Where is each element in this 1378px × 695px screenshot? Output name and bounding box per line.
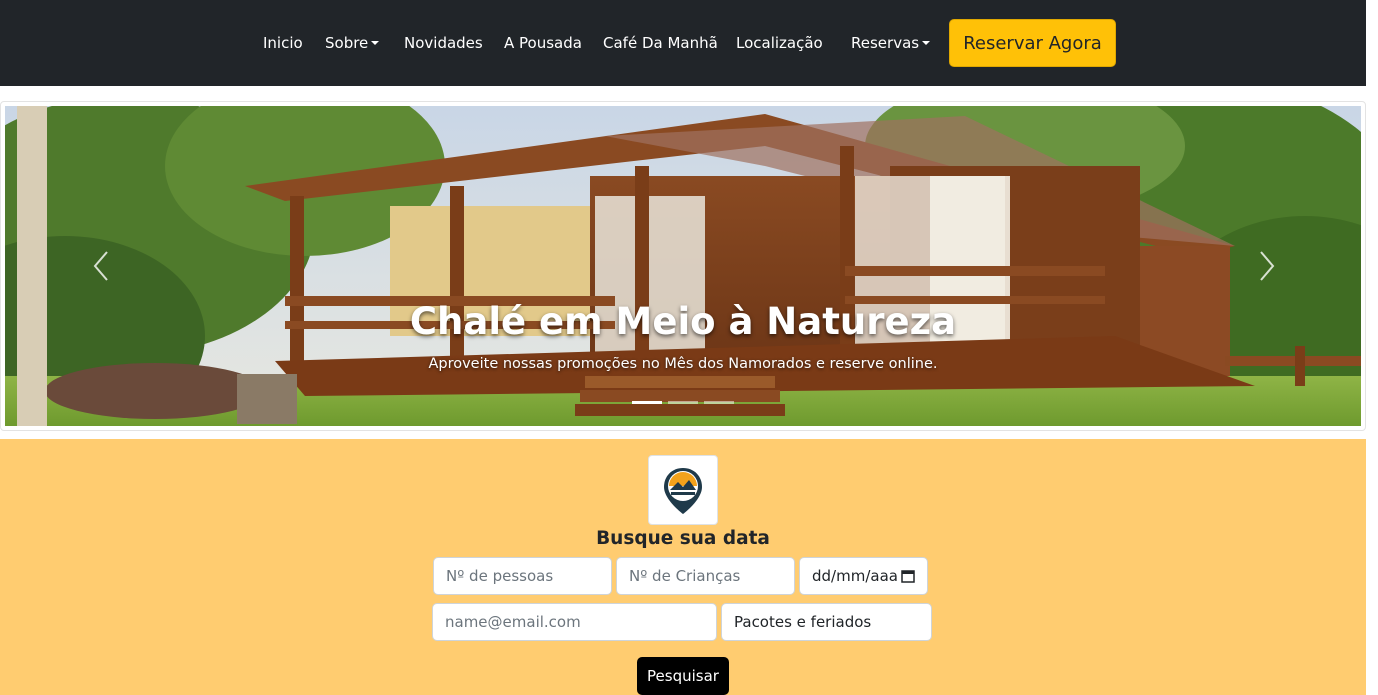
- date-input[interactable]: dd/mm/aaaa: [799, 557, 928, 595]
- reservar-agora-button[interactable]: Reservar Agora: [949, 19, 1116, 67]
- top-navbar: Inicio Sobre Novidades A Pousada Café Da…: [0, 0, 1366, 86]
- nav-item-inicio[interactable]: Inicio: [263, 34, 303, 52]
- carousel-indicator[interactable]: [632, 401, 662, 404]
- nav-label: Novidades: [404, 34, 483, 52]
- package-select-value: Pacotes e feriados: [734, 613, 872, 631]
- nav-item-novidades[interactable]: Novidades: [404, 34, 483, 52]
- nav-label: Café Da Manhã: [603, 34, 718, 52]
- carousel-prev-button[interactable]: [88, 248, 118, 284]
- caret-down-icon: [371, 41, 380, 45]
- search-button[interactable]: Pesquisar: [637, 657, 729, 695]
- brand-logo: [648, 455, 718, 525]
- nav-label: Inicio: [263, 34, 303, 52]
- carousel-caption-title: Chalé em Meio à Natureza: [409, 300, 957, 343]
- nav-label: Reservas: [851, 34, 920, 52]
- nav-item-pousada[interactable]: A Pousada: [504, 34, 582, 52]
- date-placeholder: dd/mm/aaaa: [812, 567, 898, 585]
- calendar-icon[interactable]: [901, 569, 915, 583]
- carousel-next-button[interactable]: [1250, 248, 1280, 284]
- carousel-indicator[interactable]: [704, 401, 734, 404]
- nav-label: Sobre: [325, 34, 369, 52]
- search-title: Busque sua data: [596, 528, 770, 549]
- search-button-label: Pesquisar: [647, 667, 719, 685]
- children-count-input[interactable]: [616, 557, 795, 595]
- chevron-right-icon: [1260, 251, 1275, 281]
- hero-carousel: [5, 106, 1361, 426]
- chevron-left-icon: [93, 251, 108, 281]
- location-pin-logo-icon: [664, 468, 702, 514]
- nav-label: A Pousada: [504, 34, 582, 52]
- email-input[interactable]: [432, 603, 717, 641]
- carousel-caption-text: Aproveite nossas promoções no Mês dos Na…: [428, 356, 938, 372]
- nav-item-sobre[interactable]: Sobre: [325, 34, 380, 52]
- caret-down-icon: [922, 41, 931, 45]
- nav-item-localizacao[interactable]: Localização: [736, 34, 823, 52]
- nav-label: Localização: [736, 34, 823, 52]
- people-count-input[interactable]: [433, 557, 612, 595]
- nav-item-reservas[interactable]: Reservas: [851, 34, 931, 52]
- cta-label: Reservar Agora: [963, 32, 1102, 54]
- package-select[interactable]: Pacotes e feriados: [721, 603, 932, 641]
- carousel-indicator[interactable]: [668, 401, 698, 404]
- nav-item-cafe[interactable]: Café Da Manhã: [603, 34, 718, 52]
- chalet-photo: [5, 106, 1361, 426]
